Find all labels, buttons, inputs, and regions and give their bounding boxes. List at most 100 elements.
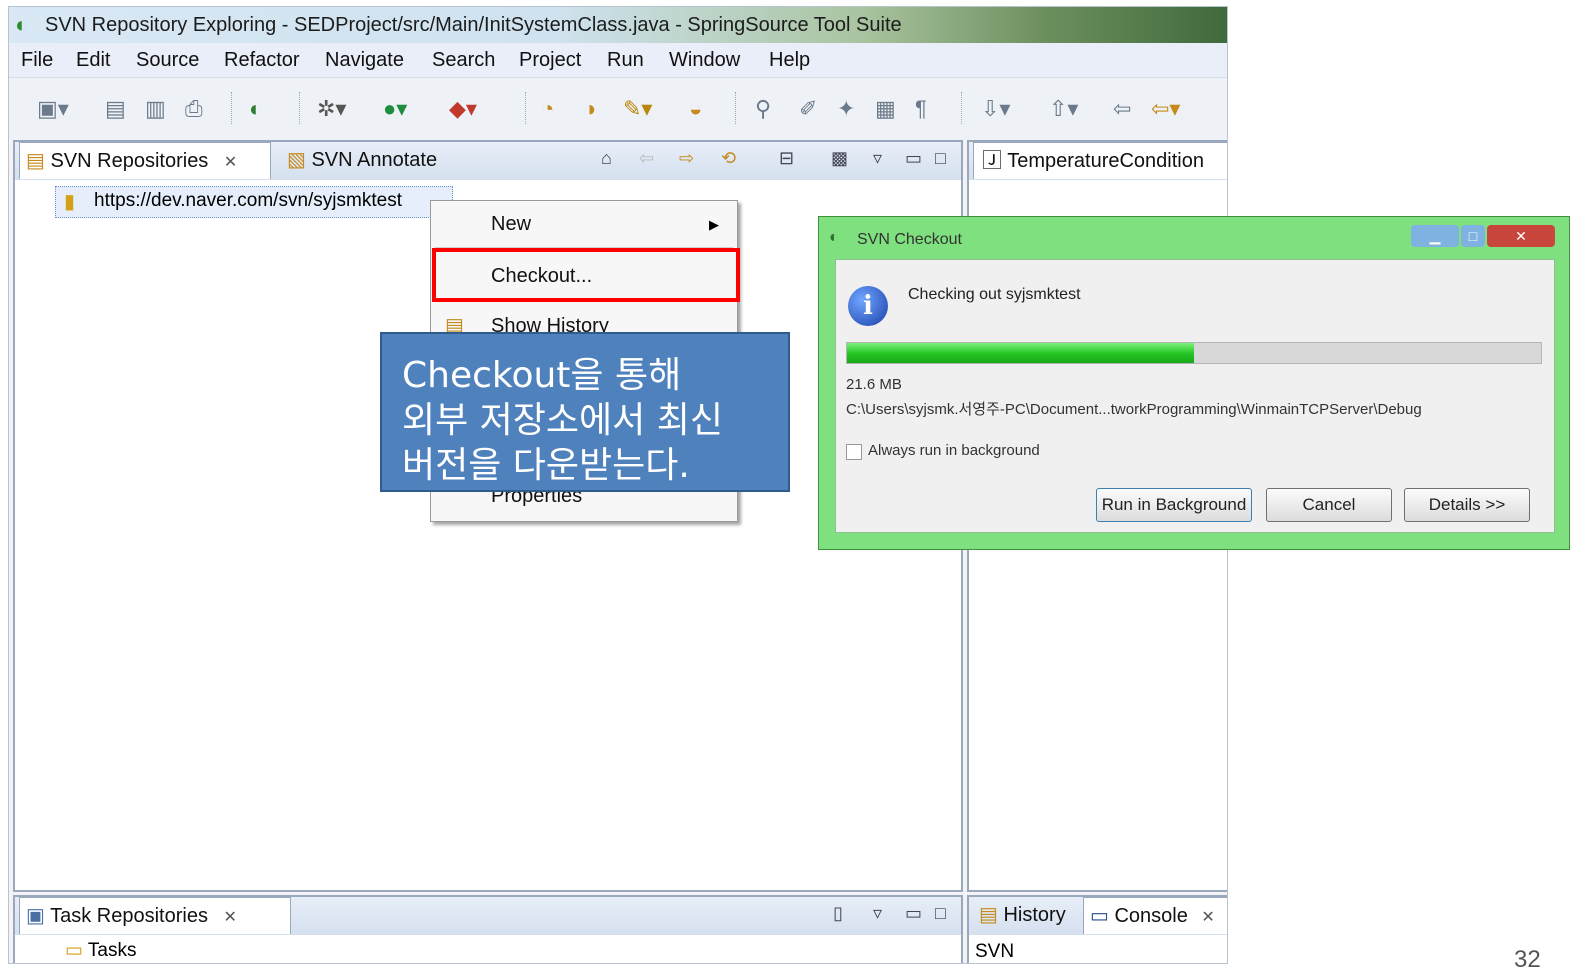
annotation-callout: Checkout을 통해 외부 저장소에서 최신 버전을 다운받는다. xyxy=(380,332,790,492)
progress-bar xyxy=(846,342,1542,364)
pilcrow-icon[interactable]: ¶ xyxy=(915,96,927,122)
menu-navigate[interactable]: Navigate xyxy=(325,49,404,72)
maximize-icon[interactable]: □ xyxy=(935,148,946,169)
menu-edit[interactable]: Edit xyxy=(76,49,110,72)
folder-icon: ▭ xyxy=(65,940,83,961)
tab-label: SVN Annotate xyxy=(311,149,438,171)
tab-svn-repositories[interactable]: ▤ SVN Repositories ✕ xyxy=(19,142,271,179)
sts-logo-icon: ◐ xyxy=(829,229,839,246)
print-icon[interactable]: ⎙ xyxy=(185,96,203,122)
svn-repository-icon: ▤ xyxy=(26,150,45,172)
tab-label: Task Repositories xyxy=(50,905,208,927)
run-in-background-button[interactable]: Run in Background xyxy=(1096,488,1252,522)
dialog-title: SVN Checkout xyxy=(857,231,962,248)
tab-history[interactable]: ▤ History xyxy=(973,897,1077,933)
tasks-folder[interactable]: ▭ Tasks xyxy=(65,939,136,962)
console-view: ▤ History ▭ Console ✕ SVN xyxy=(967,895,1227,963)
annotation-icon[interactable]: ✐ xyxy=(799,96,817,122)
repository-tree-item[interactable]: ▮ https://dev.naver.com/svn/syjsmktest xyxy=(55,186,453,218)
menu-item-new[interactable]: New xyxy=(491,213,531,236)
menu-help[interactable]: Help xyxy=(769,49,810,72)
window-title: SVN Repository Exploring - SEDProject/sr… xyxy=(45,14,902,36)
minimize-icon[interactable]: ▭ xyxy=(905,148,922,169)
menu-file[interactable]: File xyxy=(21,49,53,72)
maximize-button[interactable]: □ xyxy=(1461,225,1485,247)
view-tabbar: ▤ SVN Repositories ✕ ▧ SVN Annotate ⌂ ⇦ … xyxy=(15,142,961,180)
console-output: SVN xyxy=(975,941,1015,962)
save-all-icon[interactable]: ▥ xyxy=(145,96,166,122)
new-repository-icon[interactable]: ▩ xyxy=(831,148,848,169)
details-button[interactable]: Details >> xyxy=(1404,488,1530,522)
tab-label: History xyxy=(1003,904,1066,926)
dialog-message: Checking out syjsmktest xyxy=(908,286,1081,303)
back-nav-icon[interactable]: ⇦ xyxy=(639,148,654,169)
close-button[interactable]: ✕ xyxy=(1487,225,1555,247)
maximize-icon[interactable]: □ xyxy=(935,903,946,924)
back-icon[interactable]: ⇦▾ xyxy=(1151,96,1180,122)
checkout-highlight-box xyxy=(432,248,740,302)
prev-annotation-icon[interactable]: ⇧▾ xyxy=(1049,96,1078,122)
minimize-icon[interactable]: ▭ xyxy=(905,903,922,924)
task-repository-icon: ▣ xyxy=(26,905,45,927)
menu-refactor[interactable]: Refactor xyxy=(224,49,300,72)
checkout-path: C:\Users\syjsmk.서영주-PC\Document...tworkP… xyxy=(846,401,1422,418)
minimize-button[interactable]: ▁ xyxy=(1411,225,1459,247)
tab-label: Console xyxy=(1114,905,1188,927)
background-checkbox-label: Always run in background xyxy=(868,442,1040,459)
tab-label: SVN Repositories xyxy=(50,150,209,172)
annotate-icon: ▧ xyxy=(287,149,306,171)
view-menu-icon[interactable]: ▿ xyxy=(873,148,882,169)
background-checkbox[interactable] xyxy=(846,444,862,460)
spring-icon[interactable]: ◐ xyxy=(249,96,262,122)
java-file-icon: 🄹 xyxy=(982,150,1002,172)
view-tabbar: ▤ History ▭ Console ✕ xyxy=(969,897,1227,935)
menu-project[interactable]: Project xyxy=(519,49,581,72)
forward-nav-icon[interactable]: ⇨ xyxy=(679,148,694,169)
menu-item-label: New xyxy=(491,213,532,235)
tab-svn-annotate[interactable]: ▧ SVN Annotate xyxy=(287,142,477,178)
open-folder-icon[interactable]: ◑ xyxy=(583,96,596,122)
new-icon[interactable]: ▣▾ xyxy=(37,96,69,122)
title-bar: ◐ SVN Repository Exploring - SEDProject/… xyxy=(9,7,1227,43)
pencil-icon[interactable]: ✎▾ xyxy=(623,96,652,122)
view-menu-icon[interactable]: ▿ xyxy=(873,903,882,924)
collapse-all-icon[interactable]: ⊟ xyxy=(779,148,794,169)
new-project-icon[interactable]: ◔ xyxy=(541,96,554,122)
main-toolbar: ▣▾ ▤ ▥ ⎙ ◐ ✲▾ ●▾ ◆▾ ◔ ◑ ✎▾ ◒ ⚲ ✐ ✦ ▦ ¶ ⇩… xyxy=(9,78,1227,140)
page-number: 32 xyxy=(1514,946,1541,973)
tab-console[interactable]: ▭ Console ✕ xyxy=(1083,897,1227,934)
block-icon[interactable]: ▦ xyxy=(875,96,896,122)
close-icon[interactable]: ✕ xyxy=(224,909,237,926)
last-edit-icon[interactable]: ⇦ xyxy=(1113,96,1131,122)
tab-task-repositories[interactable]: ▣ Task Repositories ✕ xyxy=(19,897,291,934)
cancel-button[interactable]: Cancel xyxy=(1266,488,1392,522)
console-icon: ▭ xyxy=(1090,905,1109,927)
next-annotation-icon[interactable]: ⇩▾ xyxy=(981,96,1010,122)
open-type-icon[interactable]: ◒ xyxy=(689,96,702,122)
callout-line-3: 버전을 다운받는다. xyxy=(402,445,690,486)
run-icon[interactable]: ●▾ xyxy=(383,96,407,122)
external-tools-icon[interactable]: ◆▾ xyxy=(449,96,477,122)
tab-label: TemperatureCondition xyxy=(1007,150,1204,172)
add-task-repository-icon[interactable]: ▯ xyxy=(833,903,843,924)
pin-icon[interactable]: ⚲ xyxy=(755,96,771,122)
home-icon[interactable]: ⌂ xyxy=(601,148,612,169)
mark-icon[interactable]: ✦ xyxy=(837,96,855,122)
download-size: 21.6 MB xyxy=(846,376,902,393)
menu-source[interactable]: Source xyxy=(136,49,199,72)
save-icon[interactable]: ▤ xyxy=(105,96,126,122)
menu-window[interactable]: Window xyxy=(669,49,740,72)
repository-icon: ▮ xyxy=(64,191,76,213)
refresh-icon[interactable]: ⟲ xyxy=(721,148,736,169)
editor-tabbar: 🄹 TemperatureCondition xyxy=(969,142,1227,180)
close-icon[interactable]: ✕ xyxy=(224,154,237,171)
close-icon[interactable]: ✕ xyxy=(1201,909,1214,926)
submenu-arrow-icon: ▶ xyxy=(709,217,719,232)
dialog-body: i Checking out syjsmktest 21.6 MB C:\Use… xyxy=(835,259,1555,533)
tab-temperature-condition[interactable]: 🄹 TemperatureCondition xyxy=(973,142,1227,179)
sts-logo-icon: ◐ xyxy=(15,12,29,37)
debug-icon[interactable]: ✲▾ xyxy=(317,96,346,122)
svn-checkout-dialog: ◐ SVN Checkout ▁ □ ✕ i Checking out syjs… xyxy=(818,216,1570,550)
menu-run[interactable]: Run xyxy=(607,49,644,72)
menu-search[interactable]: Search xyxy=(432,49,495,72)
